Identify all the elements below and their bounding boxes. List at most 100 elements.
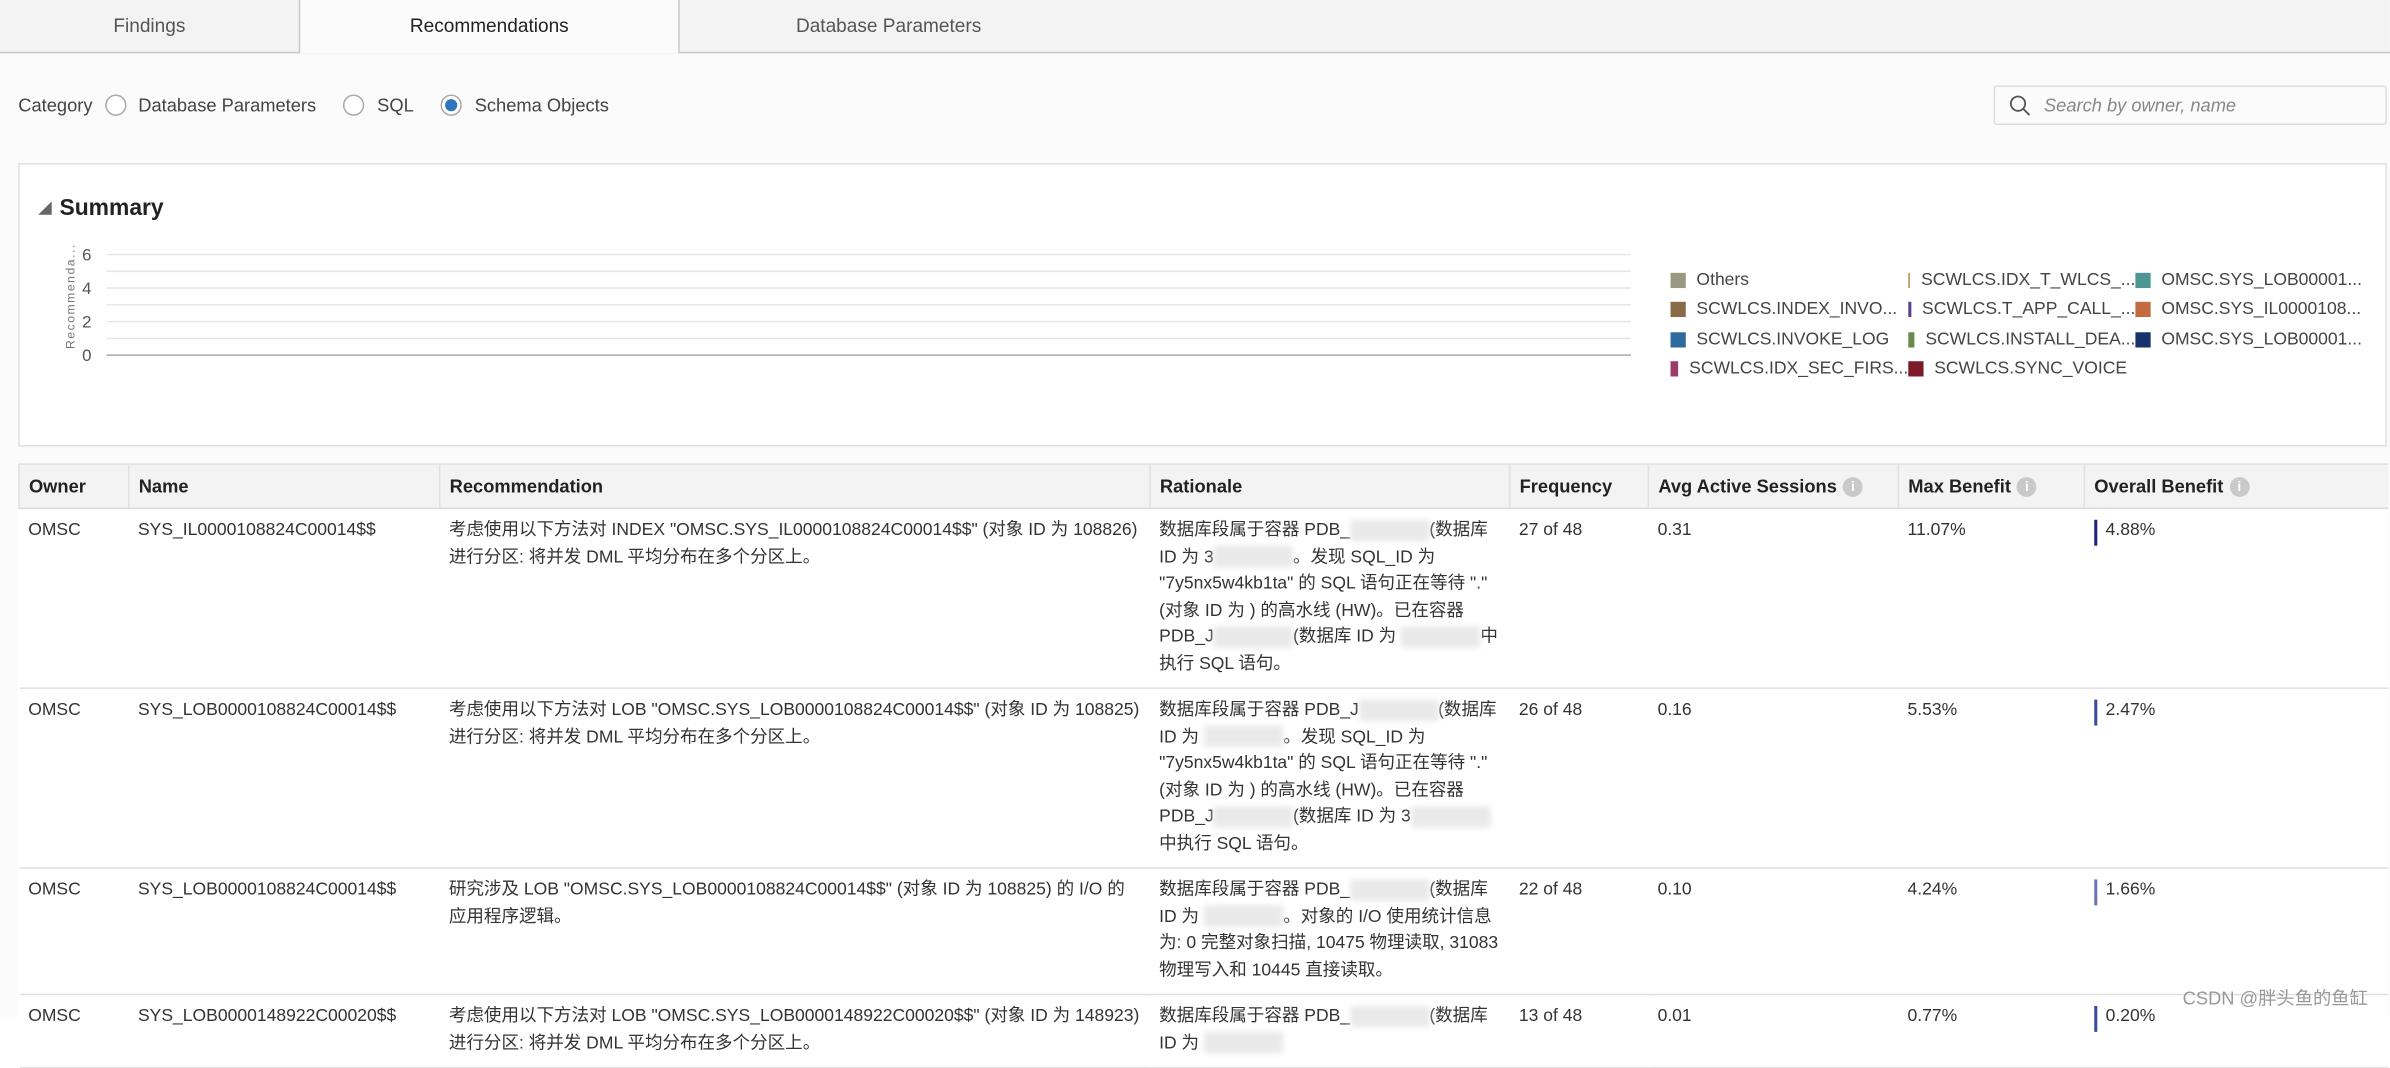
legend-item[interactable]: SCWLCS.INSTALL_DEA... <box>1908 325 2135 355</box>
legend-swatch <box>1908 272 1911 288</box>
redacted-text <box>1203 726 1284 748</box>
redacted-text <box>1213 806 1293 828</box>
frequency-cell: 26 of 48 <box>1509 688 1649 869</box>
legend-label: SCWLCS.INDEX_INVO... <box>1696 300 1898 319</box>
category-filter: Category Database Parameters SQL Schema … <box>18 94 624 116</box>
option-label: Database Parameters <box>138 94 317 116</box>
owner-cell: OMSC <box>19 868 129 996</box>
redacted-text <box>1350 519 1430 542</box>
legend-item[interactable]: SCWLCS.INVOKE_LOG <box>1670 325 1909 355</box>
max-benefit-cell: 0.77% <box>1898 994 2085 1068</box>
legend-item[interactable]: SCWLCS.IDX_SEC_FIRS... <box>1670 354 1909 384</box>
redacted-text <box>1350 1005 1430 1028</box>
name-cell: SYS_IL0000108824C00014$$ <box>128 508 440 689</box>
overall-benefit-value: 0.20% <box>2105 1007 2156 1026</box>
tab-recommendations[interactable]: Recommendations <box>298 0 680 54</box>
option-label: SQL <box>377 94 414 116</box>
avg-active-sessions-cell: 0.01 <box>1648 994 1899 1068</box>
legend-swatch <box>2135 272 2151 288</box>
info-icon[interactable]: i <box>1843 477 1863 498</box>
radio-button[interactable] <box>343 94 365 116</box>
column-header-name[interactable]: Name <box>128 463 440 510</box>
radio-button-selected[interactable] <box>441 94 463 116</box>
table-row[interactable]: OMSC SYS_LOB0000108824C00014$$ 考虑使用以下方法对 L… <box>19 688 2388 869</box>
rationale-text: 数据库段属于容器 PDB_ <box>1159 1007 1351 1026</box>
redacted-text <box>1350 879 1430 901</box>
legend-item[interactable]: Others <box>1670 265 1909 295</box>
radio-button[interactable] <box>104 94 127 116</box>
category-option-sql[interactable]: SQL <box>341 94 414 116</box>
chart-legend: Others SCWLCS.INDEX_INVO... SCWLCS.INVOKE_… <box>1670 265 2380 384</box>
legend-item[interactable]: OMSC.SYS_LOB00001... <box>2135 325 2379 355</box>
rationale-text: 数据库段属于容器 PDB_ <box>1159 521 1351 540</box>
recommendation-cell: 研究涉及 LOB "OMSC.SYS_LOB0000108824C00014$$… <box>439 868 1151 996</box>
summary-chart: 0246Recommenda...12:00 PM3:00 PM6:00 PM9… <box>64 243 1631 365</box>
redacted-text <box>1401 626 1481 648</box>
overall-benefit-bar <box>2093 519 2097 546</box>
column-header-frequency[interactable]: Frequency <box>1508 463 1649 510</box>
legend-item[interactable]: SCWLCS.INDEX_INVO... <box>1670 295 1909 325</box>
y-axis-label: Recommenda... <box>64 243 78 349</box>
table-header-row: Owner Name Recommendation Rationale Freq… <box>18 463 2388 510</box>
tab-bar: Findings Recommendations Database Parame… <box>0 0 2390 54</box>
frequency-cell: 27 of 48 <box>1509 508 1649 689</box>
column-header-avg-active-sessions[interactable]: Avg Active Sessions i <box>1647 463 1899 510</box>
overall-benefit-cell: 4.88% <box>2084 508 2388 689</box>
rationale-cell: 数据库段属于容器 PDB_ (数据库 ID 为 3 。发现 SQL_ID 为 "7y… <box>1150 508 1510 689</box>
info-icon[interactable]: i <box>2017 477 2037 498</box>
legend-item[interactable]: OMSC.SYS_IL0000108... <box>2135 295 2379 325</box>
owner-cell: OMSC <box>19 508 129 689</box>
table-row[interactable]: OMSC SYS_LOB0000108824C00014$$ 研究涉及 LOB "O… <box>19 868 2388 996</box>
owner-cell: OMSC <box>19 994 129 1068</box>
legend-item[interactable]: OMSC.SYS_LOB00001... <box>2135 265 2379 295</box>
max-benefit-cell: 11.07% <box>1898 508 2085 689</box>
tab-findings[interactable]: Findings <box>0 0 299 52</box>
recommendations-page: Findings Recommendations Database Parame… <box>0 0 2390 1068</box>
legend-swatch <box>1908 361 1924 377</box>
search-input[interactable] <box>2040 92 2383 118</box>
overall-benefit-cell: 1.66% <box>2084 868 2388 996</box>
category-label: Category <box>18 94 93 116</box>
owner-cell: OMSC <box>19 688 129 869</box>
overall-benefit-bar <box>2093 879 2097 906</box>
legend-swatch <box>1670 272 1686 288</box>
name-cell: SYS_LOB0000108824C00014$$ <box>128 868 440 996</box>
column-header-rationale[interactable]: Rationale <box>1149 463 1510 510</box>
search-box[interactable] <box>1993 85 2387 125</box>
column-header-max-benefit[interactable]: Max Benefit i <box>1897 463 2085 510</box>
legend-swatch <box>1670 302 1686 318</box>
rationale-text: 中执行 SQL 语句。 <box>1159 834 1309 853</box>
y-tick-label: 4 <box>82 279 91 298</box>
rationale-text: (数据库 ID 为 3 <box>1292 807 1411 827</box>
rationale-text: 数据库段属于容器 PDB_J <box>1159 701 1359 720</box>
legend-label: SCWLCS.SYNC_VOICE <box>1934 360 2128 379</box>
y-tick-label: 2 <box>82 313 91 332</box>
legend-label: OMSC.SYS_LOB00001... <box>2161 330 2363 349</box>
frequency-cell: 13 of 48 <box>1509 994 1649 1068</box>
legend-label: SCWLCS.IDX_SEC_FIRS... <box>1689 360 1909 379</box>
column-header-owner[interactable]: Owner <box>18 463 129 510</box>
table-row[interactable]: OMSC SYS_LOB0000148922C00020$$ 考虑使用以下方法对 L… <box>19 994 2388 1068</box>
legend-item[interactable]: SCWLCS.SYNC_VOICE <box>1908 354 2135 384</box>
category-option-database-parameters[interactable]: Database Parameters <box>102 94 317 116</box>
y-tick-label: 6 <box>82 246 91 265</box>
category-option-schema-objects[interactable]: Schema Objects <box>438 94 609 116</box>
legend-swatch <box>1670 361 1679 377</box>
table-row[interactable]: OMSC SYS_IL0000108824C00014$$ 考虑使用以下方法对 IN… <box>19 508 2388 689</box>
tab-database-parameters[interactable]: Database Parameters <box>680 0 1098 52</box>
legend-swatch <box>2135 331 2151 348</box>
name-cell: SYS_LOB0000148922C00020$$ <box>128 994 440 1068</box>
column-header-overall-benefit[interactable]: Overall Benefit i <box>2083 463 2388 510</box>
rationale-cell: 数据库段属于容器 PDB_ (数据库 ID 为 <box>1150 994 1510 1068</box>
redacted-text <box>1213 546 1293 568</box>
overall-benefit-bar <box>2093 699 2097 726</box>
legend-item[interactable]: SCWLCS.IDX_T_WLCS_... <box>1908 265 2135 295</box>
overall-benefit-value: 1.66% <box>2105 880 2156 900</box>
legend-swatch <box>1908 302 1912 318</box>
max-benefit-cell: 5.53% <box>1898 688 2085 869</box>
y-tick-label: 0 <box>82 346 91 365</box>
column-header-recommendation[interactable]: Recommendation <box>438 463 1151 510</box>
redacted-text <box>1203 906 1284 928</box>
info-icon[interactable]: i <box>2229 477 2250 498</box>
legend-item[interactable]: SCWLCS.T_APP_CALL_... <box>1908 295 2135 325</box>
